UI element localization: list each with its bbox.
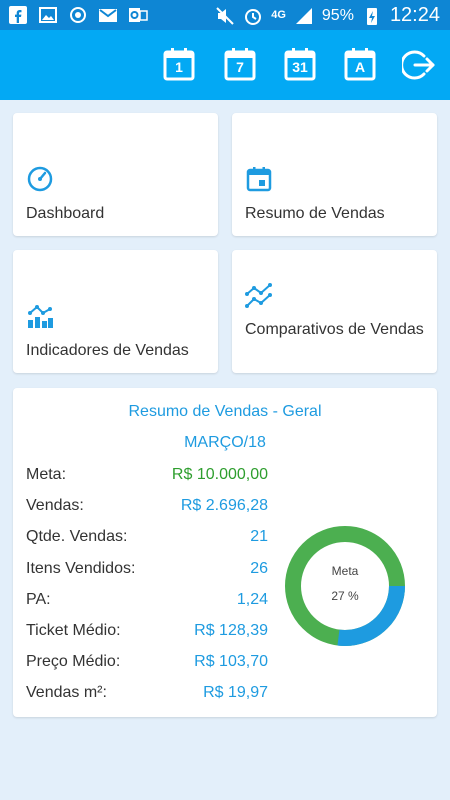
row-label: Qtde. Vendas: xyxy=(26,528,128,545)
bar-chart-icon xyxy=(28,305,53,328)
dashboard-tile[interactable]: Dashboard xyxy=(13,113,218,236)
month-filter-button[interactable]: 31 xyxy=(284,47,316,81)
alarm-icon xyxy=(245,8,262,25)
sales-comparisons-tile[interactable]: Comparativos de Vendas xyxy=(232,250,437,373)
row-value: R$ 2.696,28 xyxy=(180,497,268,514)
sales-summary-card: Resumo de Vendas - Geral MARÇO/18 Meta: … xyxy=(13,388,437,717)
system-status: 4G 95% 12:24 xyxy=(215,4,440,27)
row-label: Itens Vendidos: xyxy=(26,560,136,577)
row-value: R$ 128,39 xyxy=(194,622,268,639)
row-value: 21 xyxy=(250,528,268,545)
sync-icon xyxy=(70,7,86,23)
summary-row: Itens Vendidos: 26 xyxy=(26,560,268,584)
row-value: 1,24 xyxy=(236,591,268,608)
week-filter-label: 7 xyxy=(236,59,244,75)
row-label: PA: xyxy=(26,591,51,608)
month-filter-label: 31 xyxy=(292,59,308,75)
gmail-icon xyxy=(99,9,117,22)
row-value: R$ 10.000,00 xyxy=(171,466,268,483)
summary-row: Vendas: R$ 2.696,28 xyxy=(26,497,268,521)
row-value: R$ 19,97 xyxy=(203,684,268,701)
summary-title: Resumo de Vendas - Geral xyxy=(128,403,322,420)
speedometer-icon xyxy=(27,166,53,192)
year-filter-label: A xyxy=(354,59,366,75)
facebook-icon xyxy=(9,6,27,24)
summary-row: Preço Médio: R$ 103,70 xyxy=(26,653,268,677)
row-label: Ticket Médio: xyxy=(26,622,121,639)
day-filter-button[interactable]: 1 xyxy=(163,47,195,81)
summary-period: MARÇO/18 xyxy=(184,434,266,451)
outlook-icon xyxy=(129,8,148,22)
row-label: Vendas m²: xyxy=(26,684,107,701)
donut-label: Meta xyxy=(331,564,359,578)
mute-icon xyxy=(216,6,234,25)
year-filter-button[interactable]: A xyxy=(344,47,376,81)
battery-percent: 95% xyxy=(321,6,354,24)
meta-progress-donut xyxy=(285,526,405,646)
donut-percent: 27 % xyxy=(331,589,359,603)
summary-row: Ticket Médio: R$ 128,39 xyxy=(26,622,268,646)
sales-comparisons-label: Comparativos de Vendas xyxy=(245,321,424,338)
calendar-icon xyxy=(246,167,272,192)
battery-charging-icon xyxy=(366,7,377,25)
summary-row: PA: 1,24 xyxy=(26,591,268,615)
clock: 12:24 xyxy=(389,4,440,26)
summary-row: Qtde. Vendas: 21 xyxy=(26,528,268,552)
image-icon xyxy=(39,7,57,23)
summary-row: Vendas m²: R$ 19,97 xyxy=(26,684,268,708)
sales-summary-tile[interactable]: Resumo de Vendas xyxy=(232,113,437,236)
row-label: Preço Médio: xyxy=(26,653,121,670)
status-bar: 4G 95% 12:24 xyxy=(0,0,450,30)
row-value: 26 xyxy=(250,560,268,577)
notification-icons xyxy=(8,5,148,25)
summary-row: Meta: R$ 10.000,00 xyxy=(26,466,268,490)
row-label: Vendas: xyxy=(26,497,84,514)
line-chart-icon xyxy=(245,283,272,308)
logout-icon[interactable] xyxy=(402,48,436,82)
row-label: Meta: xyxy=(26,466,67,483)
sales-indicators-label: Indicadores de Vendas xyxy=(26,342,189,359)
dashboard-label: Dashboard xyxy=(26,205,105,222)
network-type: 4G xyxy=(271,9,286,21)
sales-summary-label: Resumo de Vendas xyxy=(245,205,385,222)
sales-indicators-tile[interactable]: Indicadores de Vendas xyxy=(13,250,218,373)
week-filter-button[interactable]: 7 xyxy=(224,47,256,81)
signal-icon xyxy=(295,7,312,24)
app-bar: 1 7 31 A xyxy=(0,30,450,100)
row-value: R$ 103,70 xyxy=(194,653,268,670)
day-filter-label: 1 xyxy=(175,59,183,75)
